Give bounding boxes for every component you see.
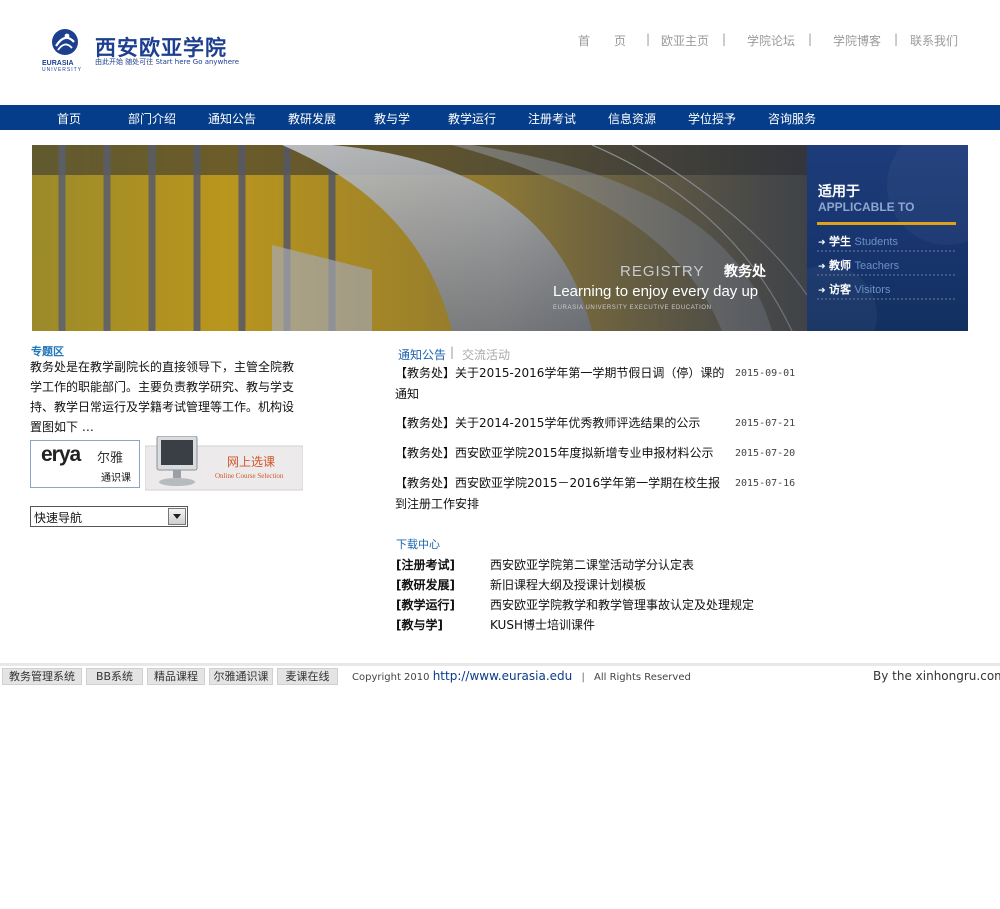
tab-notices[interactable]: 通知公告	[398, 346, 446, 363]
nav-item-notices[interactable]: 通知公告	[208, 110, 256, 127]
footer-credit[interactable]: By the xinhongru.com	[873, 669, 1000, 683]
online-course-en: Online Course Selection	[215, 472, 284, 480]
logo-slogan: 由此开始 随处可往 Start here Go anywhere	[95, 58, 240, 66]
toplink-separator: |	[722, 32, 727, 46]
tab-separator: |	[450, 345, 455, 359]
arrow-right-icon: ➜	[818, 262, 826, 272]
tab-exchange-activities[interactable]: 交流活动	[462, 346, 510, 363]
notice-item[interactable]: 【教务处】关于2015-2016学年第一学期节假日调（停）课的通知	[395, 363, 730, 405]
toplink-contact[interactable]: 联系我们	[910, 32, 958, 49]
nav-item-home[interactable]: 首页	[57, 110, 81, 127]
banner-tagline: Learning to enjoy every day up	[553, 283, 758, 300]
copyright: Copyright 2010 http://www.eurasia.edu | …	[352, 669, 691, 683]
toplink-home[interactable]: 首 页	[578, 32, 626, 49]
arrow-right-icon: ➜	[818, 286, 826, 296]
quick-nav-value: 快速导航	[34, 511, 83, 525]
applicable-to-panel: 适用于 APPLICABLE TO ➜ 学生 Students ➜ 教师 Tea…	[807, 145, 968, 331]
download-link[interactable]: 西安欧亚学院教学和教学管理事故认定及处理规定	[490, 596, 754, 613]
top-links: 首 页 | 欧亚主页 | 学院论坛 | 学院博客 | 联系我们	[560, 32, 970, 50]
logo-emblem-icon	[52, 29, 78, 55]
banner-dept-text: 教务处	[724, 263, 767, 280]
download-category: [教学运行]	[396, 598, 455, 612]
applicable-title-cn: 适用于	[818, 184, 860, 200]
toplink-separator: |	[808, 32, 813, 46]
footer-url-link[interactable]: http://www.eurasia.edu	[433, 669, 573, 683]
chevron-down-icon[interactable]	[168, 508, 186, 525]
monitor-icon	[145, 436, 303, 491]
footer-link-quality-courses[interactable]: 精品课程	[147, 668, 205, 685]
banner-staircase-photo: REGISTRY 教务处 Learning to enjoy every day…	[32, 145, 807, 331]
main-nav: 首页 部门介绍 通知公告 教研发展 教与学 教学运行 注册考试 信息资源 学位授…	[0, 105, 1000, 130]
download-link[interactable]: KUSH博士培训课件	[490, 616, 595, 633]
download-category: [教研发展]	[396, 578, 455, 592]
logo-en: EURASIA	[42, 60, 74, 67]
nav-item-operations[interactable]: 教学运行	[448, 110, 496, 127]
online-course-cn: 网上选课	[227, 455, 276, 469]
notice-date: 2015-09-01	[735, 368, 796, 379]
footer-divider	[0, 663, 1000, 666]
notice-item[interactable]: 【教务处】西安欧亚学院2015年度拟新增专业申报材料公示	[395, 443, 730, 464]
online-course-selection-button[interactable]: 网上选课 Online Course Selection	[145, 436, 303, 492]
applicable-students[interactable]: ➜ 学生 Students	[818, 233, 898, 249]
download-category: [教与学]	[396, 618, 443, 632]
download-link[interactable]: 西安欧亚学院第二课堂活动学分认定表	[490, 556, 694, 573]
nav-item-exams[interactable]: 注册考试	[528, 110, 576, 127]
toplink-separator: |	[894, 32, 899, 46]
nav-item-teaching-learning[interactable]: 教与学	[374, 110, 410, 127]
toplink-forum[interactable]: 学院论坛	[747, 32, 795, 49]
applicable-teachers[interactable]: ➜ 教师 Teachers	[818, 257, 899, 273]
footer-link-academic-system[interactable]: 教务管理系统	[2, 668, 82, 685]
nav-item-department[interactable]: 部门介绍	[128, 110, 176, 127]
download-link[interactable]: 新旧课程大纲及授课计划模板	[490, 576, 646, 593]
notice-item[interactable]: 【教务处】西安欧亚学院2015－2016学年第一学期在校生报到注册工作安排	[395, 473, 730, 515]
arrow-right-icon: ➜	[818, 238, 826, 248]
erya-sub: 通识课	[101, 473, 131, 484]
banner-subtitle: EURASIA UNIVERSITY EXECUTIVE EDUCATION	[553, 305, 712, 311]
nav-item-consulting[interactable]: 咨询服务	[768, 110, 816, 127]
toplink-blog[interactable]: 学院博客	[833, 32, 881, 49]
applicable-title-en: APPLICABLE TO	[818, 200, 915, 214]
nav-item-research[interactable]: 教研发展	[288, 110, 336, 127]
department-intro: 教务处是在教学副院长的直接领导下，主管全院教学工作的职能部门。主要负责教学研究、…	[30, 360, 295, 434]
footer-link-bb-system[interactable]: BB系统	[86, 668, 143, 685]
quick-nav-select[interactable]: 快速导航	[30, 506, 188, 527]
applicable-visitors[interactable]: ➜ 访客 Visitors	[818, 281, 890, 297]
footer-link-mooc[interactable]: 麦课在线	[277, 668, 338, 685]
banner-registry-text: REGISTRY	[620, 263, 704, 280]
toplink-separator: |	[646, 32, 651, 46]
notice-date: 2015-07-20	[735, 448, 796, 459]
notice-date: 2015-07-21	[735, 418, 796, 429]
notice-item[interactable]: 【教务处】关于2014-2015学年优秀教师评选结果的公示	[395, 413, 730, 434]
nav-item-degrees[interactable]: 学位授予	[688, 110, 736, 127]
notice-date: 2015-07-16	[735, 478, 796, 489]
toplink-eurasia-home[interactable]: 欧亚主页	[661, 32, 709, 49]
logo-en-sub: UNIVERSITY	[42, 67, 83, 73]
banner: REGISTRY 教务处 Learning to enjoy every day…	[32, 145, 968, 331]
download-center-title: 下载中心	[396, 538, 440, 551]
download-category: [注册考试]	[396, 558, 455, 572]
nav-item-resources[interactable]: 信息资源	[608, 110, 656, 127]
erya-course-button[interactable]: erya 尔雅 通识课	[30, 440, 140, 488]
footer-link-erya[interactable]: 尔雅通识课	[209, 668, 273, 685]
erya-logo: erya	[41, 443, 81, 466]
erya-cn: 尔雅	[97, 451, 124, 466]
